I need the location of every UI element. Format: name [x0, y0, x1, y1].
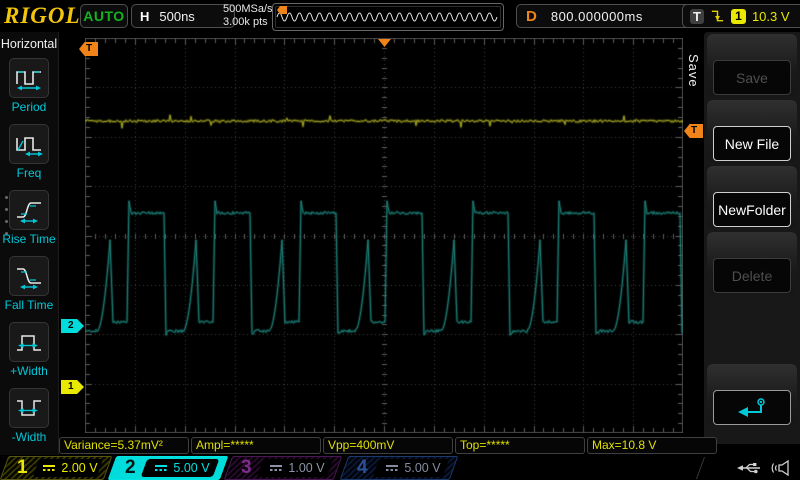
trigger-level-value: 10.3 V — [751, 8, 790, 24]
fall-time-icon — [9, 256, 49, 296]
channel-scale-box: 2.00 V — [39, 461, 108, 475]
channel-status-bar: 1 2.00 V 2 5.00 V 3 1.00 V 4 5.00 V — [0, 456, 800, 480]
menu-item-period[interactable]: Period — [0, 58, 58, 122]
channel-2-tab[interactable]: 2 5.00 V — [107, 456, 229, 480]
waveform-display — [85, 38, 683, 433]
left-menu-title: Horizontal — [0, 37, 58, 51]
new-file-button[interactable]: New File — [713, 126, 791, 161]
menu-item-freq[interactable]: Freq — [0, 124, 58, 188]
menu-page-title: Save — [686, 54, 701, 88]
channel-scale-box: 5.00 V — [147, 461, 224, 475]
measurement-vpp: Vpp=400mV — [323, 437, 453, 454]
measurement-variance: Variance=5.37mV² — [59, 437, 189, 454]
channel-number: 4 — [357, 457, 368, 478]
channel-scale-value: 2.00 V — [61, 461, 98, 475]
memory-depth: 3.00k pts — [223, 16, 268, 28]
acquisition-info: 500MSa/s 3.00k pts — [223, 3, 273, 29]
measurement-ampl: Ampl=***** — [191, 437, 321, 454]
channel-4-tab[interactable]: 4 5.00 V — [339, 456, 459, 480]
left-measure-menu: Horizontal Period Freq Rise Time Fall Ti… — [0, 32, 59, 455]
menu-item-label: Fall Time — [4, 298, 54, 312]
channel-scale-value: 1.00 V — [288, 461, 325, 475]
delay-value: 800.000000ms — [550, 8, 643, 24]
dc-coupling-icon — [155, 465, 168, 471]
right-soft-menu: Save New File NewFolder Delete — [704, 32, 800, 444]
channel-1-tab[interactable]: 1 2.00 V — [0, 456, 113, 480]
horizontal-value: 500ns — [159, 8, 195, 24]
dc-coupling-icon — [270, 465, 283, 471]
trigger-box[interactable]: T 1 10.3 V — [682, 4, 800, 28]
freq-icon — [9, 124, 49, 164]
menu-item-rise-time[interactable]: Rise Time — [0, 190, 58, 254]
menu-slot: NewFolder — [707, 166, 797, 228]
horizontal-label: H — [140, 8, 150, 24]
menu-slot: Delete — [707, 232, 797, 294]
menu-slot: Save — [707, 34, 797, 96]
trigger-level-marker[interactable]: T — [684, 124, 703, 138]
channel-scale-value: 5.00 V — [173, 461, 210, 475]
menu-item-label: -Width — [11, 430, 47, 444]
horizontal-scale-box[interactable]: H 500ns — [131, 4, 235, 28]
empty-slot-separator — [695, 457, 706, 479]
channel-scale-value: 5.00 V — [404, 461, 441, 475]
channel-number: 2 — [125, 457, 136, 478]
rigol-logo: RIGOL — [4, 3, 81, 28]
delay-box[interactable]: D 800.000000ms — [516, 4, 692, 28]
run-status-text: AUTO — [83, 8, 125, 24]
trigger-source-badge: 1 — [730, 8, 746, 24]
trigger-label: T — [690, 8, 704, 24]
channel-2-zero-marker[interactable]: 2 — [61, 319, 84, 333]
channel-number: 3 — [241, 457, 252, 478]
channel-number: 1 — [17, 457, 28, 478]
dc-coupling-icon — [43, 465, 56, 471]
falling-edge-icon — [711, 10, 724, 22]
new-folder-button[interactable]: NewFolder — [713, 192, 791, 227]
minus-width-icon — [9, 388, 49, 428]
sample-rate: 500MSa/s — [223, 3, 273, 15]
plus-width-icon — [9, 322, 49, 362]
return-arrow-icon — [738, 397, 765, 417]
menu-item-label: +Width — [10, 364, 48, 378]
preview-wave-icon — [276, 12, 498, 22]
period-icon — [9, 58, 49, 98]
run-status-badge: AUTO — [80, 4, 128, 28]
return-button[interactable] — [713, 390, 791, 425]
menu-item-minus-width[interactable]: -Width — [0, 388, 58, 452]
measurement-max: Max=10.8 V — [587, 437, 717, 454]
menu-item-plus-width[interactable]: +Width — [0, 322, 58, 386]
save-button[interactable]: Save — [713, 60, 791, 95]
menu-item-fall-time[interactable]: Fall Time — [0, 256, 58, 320]
trigger-time-marker[interactable]: T — [79, 42, 98, 56]
channel-3-tab[interactable]: 3 1.00 V — [223, 456, 343, 480]
channel-1-zero-marker[interactable]: 1 — [61, 380, 84, 394]
waveform-preview[interactable] — [272, 3, 504, 31]
menu-slot — [707, 364, 797, 426]
menu-item-label: Rise Time — [2, 232, 56, 246]
delay-label: D — [526, 7, 537, 25]
status-icons — [736, 459, 792, 477]
rise-time-icon — [9, 190, 49, 230]
delete-button[interactable]: Delete — [713, 258, 791, 293]
channel-scale-box: 1.00 V — [263, 461, 338, 475]
menu-slot: New File — [707, 100, 797, 162]
menu-item-label: Period — [11, 100, 47, 114]
channel-scale-box: 5.00 V — [379, 461, 454, 475]
top-bar: RIGOL AUTO H 500ns 500MSa/s 3.00k pts D … — [0, 0, 800, 32]
menu-slot-empty — [707, 298, 797, 360]
oscilloscope-screen: RIGOL AUTO H 500ns 500MSa/s 3.00k pts D … — [0, 0, 800, 480]
measurement-top: Top=***** — [455, 437, 585, 454]
sound-icon — [771, 459, 789, 477]
usb-icon — [737, 463, 760, 474]
menu-item-label: Freq — [16, 166, 42, 180]
dc-coupling-icon — [386, 465, 399, 471]
measurement-bar: Variance=5.37mV² Ampl=***** Vpp=400mV To… — [59, 437, 719, 454]
